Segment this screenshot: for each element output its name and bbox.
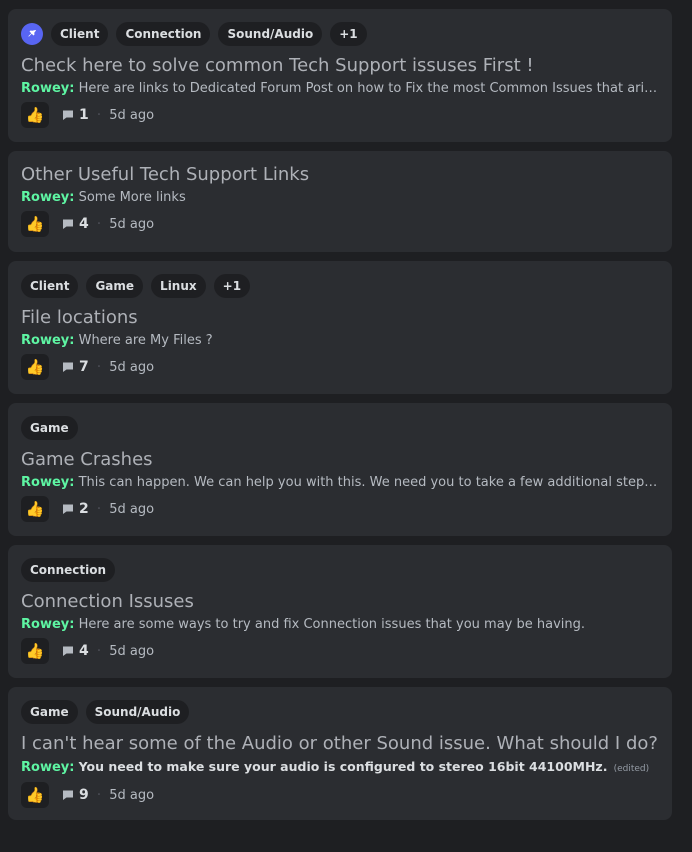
post-title: File locations (21, 307, 138, 328)
separator-dot: · (96, 216, 102, 232)
forum-post[interactable]: Client Connection Sound/Audio +1 Check h… (8, 9, 672, 142)
tag-chip: Game (21, 700, 78, 724)
author-name: Rowey: (21, 333, 75, 348)
separator-dot: · (96, 787, 102, 803)
post-meta: 👍 9 · 5d ago (21, 781, 659, 809)
author-name: Rowey: (21, 475, 75, 490)
post-age: 5d ago (109, 787, 155, 803)
preview-text: This can happen. We can help you with th… (78, 475, 659, 490)
comment-count: 2 (79, 501, 89, 517)
comment-count: 9 (79, 787, 89, 803)
tag-row: Client Connection Sound/Audio +1 (21, 21, 659, 47)
separator-dot: · (96, 501, 102, 517)
post-title: I can't hear some of the Audio or other … (21, 733, 658, 754)
tag-row: Client Game Linux +1 (21, 273, 659, 299)
post-title: Check here to solve common Tech Support … (21, 55, 534, 76)
comment-icon (63, 504, 73, 514)
separator-dot: · (96, 107, 102, 123)
forum-post[interactable]: Connection Connection Issuses Rowey: Her… (8, 545, 672, 678)
preview-text: Where are My Files ? (78, 333, 213, 348)
post-age: 5d ago (109, 359, 155, 375)
post-age: 5d ago (109, 643, 155, 659)
tag-chip: Client (51, 22, 109, 46)
separator-dot: · (96, 643, 102, 659)
tag-chip: Linux (151, 274, 206, 298)
thumbs-up-reaction-button[interactable]: 👍 (21, 496, 49, 522)
forum-post[interactable]: Game Sound/Audio I can't hear some of th… (8, 687, 672, 820)
tag-chip: +1 (213, 274, 251, 298)
comment-count: 4 (79, 216, 89, 232)
comment-count: 1 (79, 107, 89, 123)
tag-chip: Connection (21, 558, 116, 582)
tag-chip: Game (86, 274, 144, 298)
post-age: 5d ago (109, 216, 155, 232)
comment-icon (63, 362, 73, 372)
post-preview: Rowey: You need to make sure your audio … (21, 758, 659, 778)
tag-row: Connection (21, 557, 659, 583)
post-age: 5d ago (109, 107, 155, 123)
thumbs-up-reaction-button[interactable]: 👍 (21, 782, 49, 808)
comment-icon (63, 646, 73, 656)
post-preview: Rowey: Some More links (21, 189, 659, 207)
post-title: Game Crashes (21, 449, 153, 470)
tag-chip: Sound/Audio (85, 700, 190, 724)
preview-text: You need to make sure your audio is conf… (78, 759, 608, 774)
post-preview: Rowey: Here are some ways to try and fix… (21, 616, 659, 634)
forum-post-list: Client Connection Sound/Audio +1 Check h… (8, 9, 672, 829)
post-meta: 👍 4 · 5d ago (21, 210, 659, 238)
forum-post[interactable]: Game Game Crashes Rowey: This can happen… (8, 403, 672, 536)
comment-count: 4 (79, 643, 89, 659)
tag-chip: Game (21, 416, 78, 440)
forum-post[interactable]: Client Game Linux +1 File locations Rowe… (8, 261, 672, 394)
tag-chip: Sound/Audio (218, 22, 323, 46)
comment-icon (63, 110, 73, 120)
post-meta: 👍 7 · 5d ago (21, 353, 659, 381)
thumbs-up-icon: 👍 (25, 500, 45, 518)
thumbs-up-icon: 👍 (25, 106, 45, 124)
thumbs-up-icon: 👍 (25, 358, 45, 376)
edited-marker: (edited) (613, 764, 650, 774)
thumbs-up-reaction-button[interactable]: 👍 (21, 102, 49, 128)
thumbs-up-icon: 👍 (25, 642, 45, 660)
tag-row: Game Sound/Audio (21, 699, 659, 725)
post-preview: Rowey: Where are My Files ? (21, 332, 659, 350)
preview-text: Here are links to Dedicated Forum Post o… (78, 81, 659, 96)
post-meta: 👍 1 · 5d ago (21, 101, 659, 129)
tag-row: Game (21, 415, 659, 441)
thumbs-up-reaction-button[interactable]: 👍 (21, 211, 49, 237)
preview-text: Some More links (78, 190, 186, 205)
forum-post[interactable]: Other Useful Tech Support Links Rowey: S… (8, 151, 672, 252)
separator-dot: · (96, 359, 102, 375)
post-title: Other Useful Tech Support Links (21, 164, 310, 185)
author-name: Rowey: (21, 617, 75, 632)
thumbs-up-icon: 👍 (25, 215, 45, 233)
tag-chip: Client (21, 274, 79, 298)
post-preview: Rowey: Here are links to Dedicated Forum… (21, 80, 659, 98)
thumbs-up-icon: 👍 (25, 786, 45, 804)
author-name: Rowey: (21, 760, 75, 775)
comment-icon (63, 790, 73, 800)
post-title: Connection Issuses (21, 591, 194, 612)
thumbs-up-reaction-button[interactable]: 👍 (21, 354, 49, 380)
post-preview: Rowey: This can happen. We can help you … (21, 474, 659, 492)
post-meta: 👍 2 · 5d ago (21, 495, 659, 523)
comment-count: 7 (79, 359, 89, 375)
tag-chip: +1 (330, 22, 367, 46)
preview-text: Here are some ways to try and fix Connec… (78, 617, 585, 632)
tag-chip: Connection (116, 22, 211, 46)
comment-icon (63, 219, 73, 229)
post-meta: 👍 4 · 5d ago (21, 637, 659, 665)
author-name: Rowey: (21, 81, 75, 96)
post-age: 5d ago (109, 501, 155, 517)
author-name: Rowey: (21, 190, 75, 205)
thumbs-up-reaction-button[interactable]: 👍 (21, 638, 49, 664)
pin-icon (21, 23, 43, 45)
